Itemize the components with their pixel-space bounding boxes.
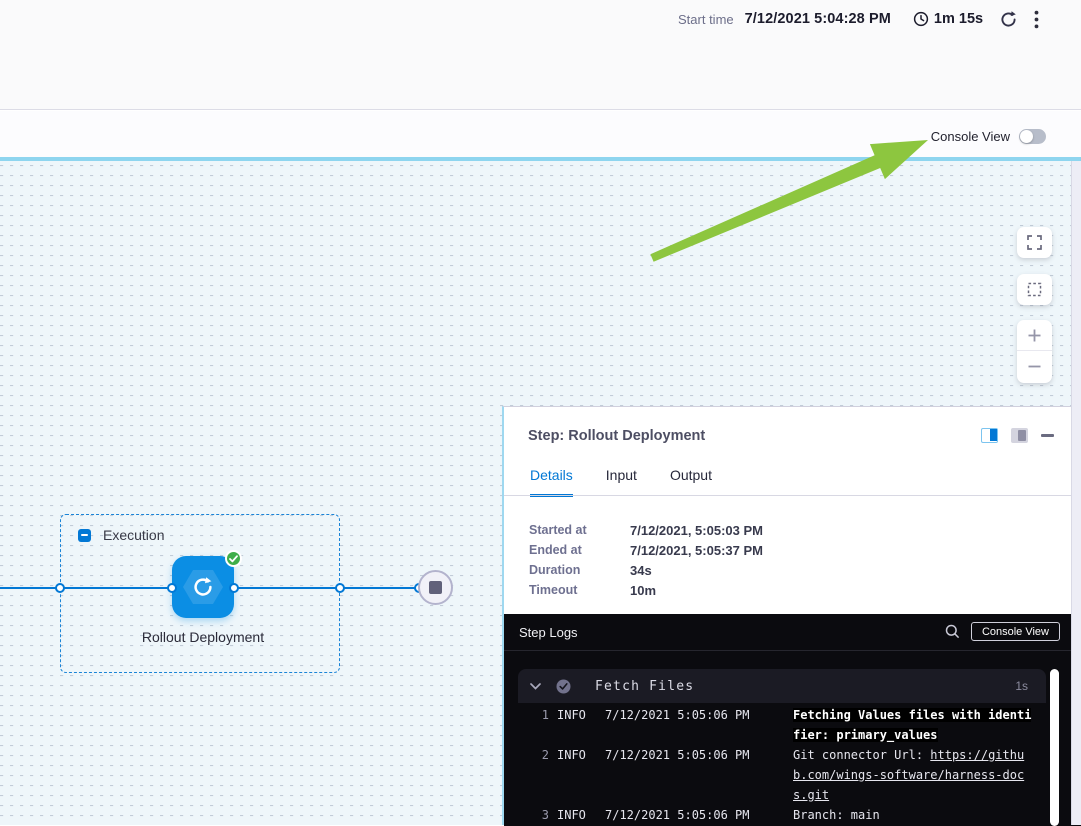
- detail-row-duration: Duration 34s: [529, 560, 763, 580]
- log-lines: 1 INFO 7/12/2021 5:05:06 PM Fetching Val…: [518, 705, 1046, 825]
- execution-group-label: Execution: [103, 527, 164, 543]
- log-message-highlight: Fetching Values files with identifier: p…: [793, 708, 1031, 742]
- step-details-panel: Step: Rollout Deployment Details Input O…: [502, 406, 1081, 825]
- detail-row-ended-at: Ended at 7/12/2021, 5:05:37 PM: [529, 540, 763, 560]
- split-view-right-button[interactable]: [1011, 428, 1028, 443]
- split-view-left-button[interactable]: [981, 428, 998, 443]
- fullscreen-button[interactable]: [1017, 227, 1052, 258]
- console-view-label: Console View: [931, 129, 1010, 144]
- split-view-right-icon: [1011, 428, 1028, 443]
- port-node-in: [167, 583, 177, 593]
- log-line-number: 1: [518, 705, 549, 725]
- port-group-in: [55, 583, 65, 593]
- toggle-knob: [1020, 130, 1033, 143]
- log-level: INFO: [557, 805, 605, 825]
- detail-label: Timeout: [529, 583, 630, 597]
- tabs-divider: [504, 495, 1081, 496]
- search-icon: [945, 624, 960, 639]
- zoom-in-button[interactable]: [1017, 320, 1052, 351]
- fit-to-screen-button[interactable]: [1017, 274, 1052, 305]
- panel-title: Step: Rollout Deployment: [528, 428, 705, 444]
- minimize-icon: [1041, 434, 1054, 437]
- step-logs-title: Step Logs: [519, 625, 578, 640]
- refresh-button[interactable]: [999, 10, 1018, 29]
- log-scrollbar-thumb[interactable]: [1050, 669, 1059, 826]
- log-group-duration: 1s: [1015, 679, 1028, 693]
- detail-row-started-at: Started at 7/12/2021, 5:05:03 PM: [529, 520, 763, 540]
- log-message-text: Git connector Url:: [793, 748, 930, 762]
- detail-label: Started at: [529, 523, 630, 537]
- more-options-button[interactable]: [1034, 10, 1039, 29]
- log-level: INFO: [557, 705, 605, 725]
- start-time-value: 7/12/2021 5:04:28 PM: [745, 11, 891, 27]
- panel-actions: [981, 428, 1054, 443]
- detail-label: Duration: [529, 563, 630, 577]
- start-time-label: Start time: [678, 12, 734, 27]
- plus-icon: [1027, 328, 1042, 343]
- log-message: Fetching Values files with identifier: p…: [793, 705, 1033, 745]
- clock-icon: [913, 11, 934, 27]
- port-group-out: [335, 583, 345, 593]
- log-line-2: 2 INFO 7/12/2021 5:05:06 PM Git connecto…: [518, 745, 1046, 805]
- elapsed-value: 1m 15s: [934, 11, 983, 27]
- log-message: Git connector Url: https://github.com/wi…: [793, 745, 1033, 805]
- log-message: Branch: main: [793, 805, 1033, 825]
- zoom-out-button[interactable]: [1017, 351, 1052, 382]
- chevron-down-icon: [530, 683, 541, 690]
- log-level: INFO: [557, 745, 605, 765]
- detail-label: Ended at: [529, 543, 630, 557]
- rollout-icon: [191, 575, 215, 599]
- detail-value: 10m: [630, 583, 656, 598]
- console-view-toggle-group: Console View: [931, 129, 1046, 144]
- log-line-3: 3 INFO 7/12/2021 5:05:06 PM Branch: main: [518, 805, 1046, 825]
- node-label: Rollout Deployment: [133, 626, 273, 648]
- log-timestamp: 7/12/2021 5:05:06 PM: [605, 805, 793, 825]
- log-line-1: 1 INFO 7/12/2021 5:05:06 PM Fetching Val…: [518, 705, 1046, 745]
- log-search-button[interactable]: [945, 624, 960, 639]
- tab-input[interactable]: Input: [606, 467, 637, 497]
- detail-value: 7/12/2021, 5:05:03 PM: [630, 523, 763, 538]
- execution-toolbar: Console View: [0, 111, 1081, 161]
- kebab-menu-icon: [1034, 10, 1039, 29]
- detail-row-timeout: Timeout 10m: [529, 580, 763, 600]
- step-logs-section: Step Logs Console View Fetch Files 1s 1 …: [504, 614, 1081, 826]
- refresh-icon: [999, 10, 1018, 29]
- execution-group-header: Execution: [78, 527, 164, 543]
- stop-node[interactable]: [418, 570, 453, 605]
- detail-value: 34s: [630, 563, 652, 578]
- details-table: Started at 7/12/2021, 5:05:03 PM Ended a…: [529, 520, 763, 600]
- port-node-out: [229, 583, 239, 593]
- detail-value: 7/12/2021, 5:05:37 PM: [630, 543, 763, 558]
- page-scrollbar-track[interactable]: [1071, 161, 1081, 825]
- stop-square-icon: [429, 581, 442, 594]
- tab-details[interactable]: Details: [530, 467, 573, 497]
- minus-icon: [1027, 359, 1042, 374]
- log-group-name: Fetch Files: [595, 679, 694, 694]
- console-view-toggle[interactable]: [1019, 129, 1046, 144]
- minimize-panel-button[interactable]: [1041, 434, 1054, 437]
- zoom-controls: [1017, 320, 1052, 383]
- logs-console-view-button[interactable]: Console View: [971, 622, 1060, 641]
- log-timestamp: 7/12/2021 5:05:06 PM: [605, 705, 793, 725]
- log-line-number: 2: [518, 745, 549, 765]
- tab-output[interactable]: Output: [670, 467, 712, 497]
- header-actions: [999, 10, 1039, 29]
- elapsed-time: 1m 15s: [913, 11, 983, 27]
- split-view-left-icon: [981, 428, 998, 443]
- log-group-fetch-files[interactable]: Fetch Files 1s: [518, 669, 1046, 703]
- step-logs-header: Step Logs Console View: [504, 614, 1081, 651]
- success-check-icon: [225, 550, 242, 567]
- start-time-info: Start time 7/12/2021 5:04:28 PM 1m 15s: [678, 11, 983, 27]
- panel-tabs: Details Input Output: [530, 467, 712, 497]
- rollout-deployment-node[interactable]: [172, 556, 234, 618]
- collapse-group-button[interactable]: [78, 529, 91, 542]
- fullscreen-icon: [1027, 235, 1042, 250]
- log-line-number: 3: [518, 805, 549, 825]
- fit-to-screen-icon: [1027, 282, 1042, 297]
- log-timestamp: 7/12/2021 5:05:06 PM: [605, 745, 793, 765]
- step-success-icon: [556, 679, 571, 694]
- top-header: Start time 7/12/2021 5:04:28 PM 1m 15s: [0, 0, 1081, 110]
